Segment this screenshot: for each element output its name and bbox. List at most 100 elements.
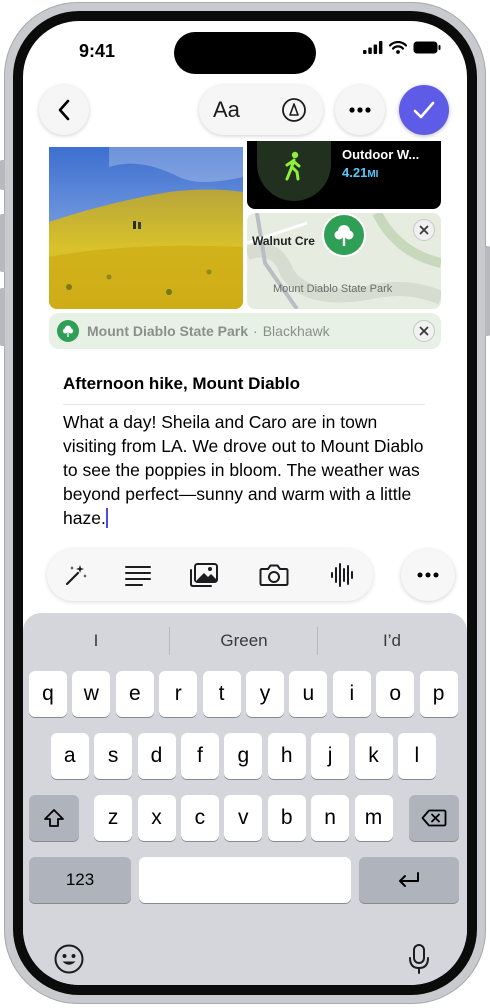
return-key[interactable] [359,857,459,903]
workout-distance-value: 4.21 [342,165,368,180]
key-z[interactable]: z [94,795,133,841]
key-t[interactable]: t [202,671,241,717]
delete-backward-icon [421,809,447,827]
key-a[interactable]: a [50,733,89,779]
park-location-icon [57,320,79,342]
paragraph-style-button[interactable] [123,561,153,589]
key-v[interactable]: v [224,795,263,841]
status-time: 9:41 [79,41,116,61]
more-options-button[interactable] [335,85,385,135]
screen: 9:41 Aa Outdoor W... 4.21MI Walnut Cre M… [23,21,467,985]
suggestion-3[interactable]: I’d [332,631,452,651]
suggestion-1[interactable]: I [36,631,156,651]
side-button [485,246,490,336]
key-d[interactable]: d [137,733,176,779]
key-w[interactable]: w [72,671,111,717]
key-m[interactable]: m [354,795,393,841]
back-button[interactable] [39,85,89,135]
dictation-button[interactable] [399,939,439,979]
key-c[interactable]: c [180,795,219,841]
poppy-field-photo [49,147,243,309]
cellular-signal-icon [363,41,383,54]
shift-arrow-icon [44,809,64,827]
key-e[interactable]: e [115,671,154,717]
numbers-key[interactable]: 123 [29,857,131,903]
key-o[interactable]: o [376,671,415,717]
key-g[interactable]: g [224,733,263,779]
key-n[interactable]: n [311,795,350,841]
workout-ring [257,141,331,201]
key-r[interactable]: r [159,671,198,717]
wifi-icon [389,41,407,54]
text-format-button[interactable]: Aa [213,97,240,123]
map-remove-button[interactable] [413,219,435,241]
tree-icon [334,225,354,246]
workout-title: Outdoor W... [342,147,420,162]
workout-attachment[interactable]: Outdoor W... 4.21MI [247,141,441,209]
close-icon [419,326,429,336]
toolbar-more-button[interactable] [401,549,455,601]
space-key[interactable] [139,857,351,903]
map-street-label: Walnut Cre [252,234,315,248]
key-b[interactable]: b [267,795,306,841]
dynamic-island [174,32,316,74]
key-l[interactable]: l [397,733,436,779]
chevron-left-icon [58,99,70,121]
note-body[interactable]: What a day! Sheila and Caro are in town … [63,410,431,530]
delete-key[interactable] [409,795,459,841]
key-f[interactable]: f [180,733,219,779]
shift-key[interactable] [29,795,79,841]
writing-tools-button[interactable] [61,561,91,589]
suggestion-divider [169,627,170,655]
photo-library-icon [190,563,218,587]
emoji-button[interactable] [49,939,89,979]
key-p[interactable]: p [419,671,458,717]
photo-library-button[interactable] [189,561,219,589]
format-tools-pill: Aa [199,85,323,135]
waveform-icon [331,563,353,587]
photo-attachment[interactable] [49,147,243,309]
formatting-toolbar [47,549,373,601]
location-remove-button[interactable] [413,320,435,342]
magic-wand-sparkles-icon [65,565,87,586]
location-separator: · [253,323,258,339]
battery-icon [413,41,441,54]
done-button[interactable] [399,85,449,135]
markup-pen-icon[interactable] [281,97,307,123]
note-title[interactable]: Afternoon hike, Mount Diablo [63,374,300,394]
emoji-face-icon [54,944,84,974]
ellipsis-icon [349,107,371,113]
key-y[interactable]: y [246,671,284,717]
return-arrow-icon [399,872,419,887]
workout-distance-unit: MI [367,169,379,180]
map-attachment[interactable]: Walnut Cre Mount Diablo State Park [247,213,441,309]
key-i[interactable]: i [332,671,371,717]
key-x[interactable]: x [137,795,176,841]
park-pin-icon [322,213,366,257]
key-u[interactable]: u [289,671,328,717]
suggestion-2[interactable]: Green [184,631,304,651]
key-k[interactable]: k [354,733,393,779]
key-s[interactable]: s [94,733,133,779]
camera-button[interactable] [259,561,289,589]
status-icons [363,41,441,54]
text-cursor [105,508,108,528]
key-j[interactable]: j [311,733,350,779]
checkmark-icon [413,101,435,119]
note-body-text: What a day! Sheila and Caro are in town … [63,412,424,528]
title-divider [63,404,425,405]
microphone-icon [409,944,429,974]
tree-icon [62,325,74,337]
close-icon [419,225,429,235]
workout-distance: 4.21MI [342,165,378,180]
suggestion-divider [317,627,318,655]
audio-recording-button[interactable] [327,561,357,589]
key-q[interactable]: q [29,671,67,717]
location-chip[interactable]: Mount Diablo State Park · Blackhawk [49,313,441,349]
walking-figure-icon [285,151,301,181]
key-h[interactable]: h [267,733,306,779]
text-lines-icon [125,566,151,586]
location-area: Blackhawk [262,323,330,339]
action-button [0,160,5,190]
keyboard: I Green I’d q w e r t y u i o p a s d f … [23,613,467,985]
